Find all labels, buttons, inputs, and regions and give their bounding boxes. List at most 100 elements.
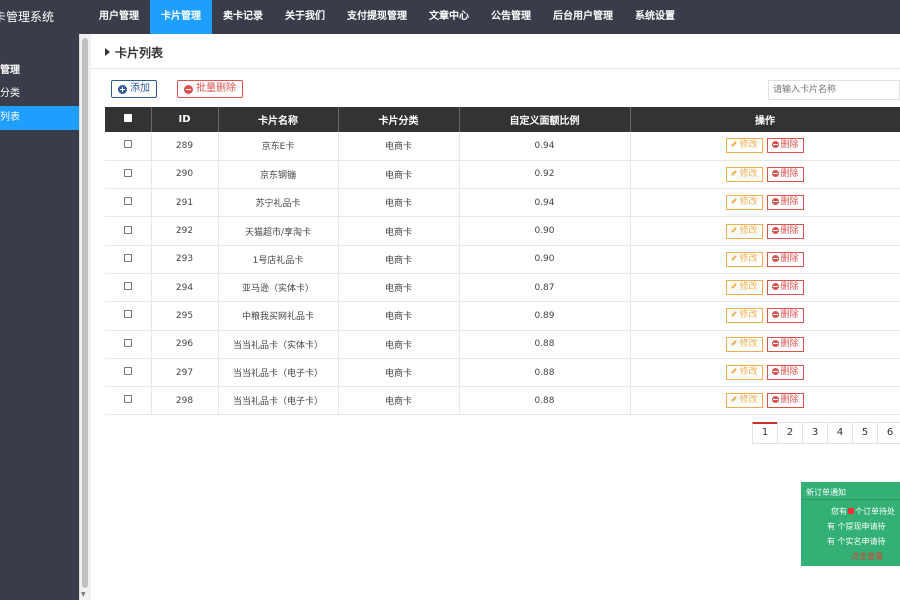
edit-button[interactable]: 修改 [726,251,763,267]
nav-item-5[interactable]: 文章中心 [418,0,480,34]
select-all-header [105,107,152,132]
table-header-row: ID 卡片名称 卡片分类 自定义面额比例 操作 [105,107,900,132]
page-title: 卡片列表 [105,44,163,61]
nav-item-3[interactable]: 关于我们 [274,0,336,34]
edit-button[interactable]: 修改 [726,280,763,296]
edit-button[interactable]: 修改 [726,166,763,182]
cell-card-category: 电商卡 [338,132,460,161]
minus-circle-icon [771,283,779,291]
row-checkbox[interactable] [123,310,132,319]
cell-actions: 修改 删除 [630,330,900,359]
sidebar-group-title[interactable]: 管理 [0,34,79,82]
divider [91,68,900,69]
scroll-thumb[interactable] [82,38,88,588]
plus-circle-icon [118,84,127,94]
cell-ratio: 0.90 [459,216,631,246]
row-checkbox[interactable] [123,253,132,262]
select-all-checkbox[interactable] [123,114,132,122]
pencil-icon [731,141,738,148]
delete-button[interactable]: 删除 [766,280,804,296]
sidebar-item-0[interactable]: 分类 [0,82,79,106]
scroll-down-arrow-icon[interactable]: ▼ [81,591,86,598]
page-button-4[interactable]: 4 [827,422,853,444]
row-checkbox[interactable] [123,395,132,404]
row-checkbox[interactable] [123,282,132,291]
main-nav: 用户管理 卡片管理 卖卡记录 关于我们 支付提现管理 文章中心 公告管理 后台用户管理 系统设置 [88,0,686,34]
table-row: 291 苏宁礼品卡 电商卡 0.94 修改 删除 [105,188,900,218]
row-select-cell [105,245,152,274]
nav-item-8[interactable]: 系统设置 [624,0,686,34]
cell-actions: 修改 删除 [630,132,900,161]
search-input[interactable] [768,80,900,100]
nav-item-1[interactable]: 卡片管理 [150,0,212,34]
minus-circle-icon [771,311,779,319]
nav-item-0[interactable]: 用户管理 [88,0,150,34]
cell-id: 290 [151,160,219,190]
cell-actions: 修改 删除 [630,245,900,274]
row-checkbox[interactable] [123,225,132,234]
edit-button[interactable]: 修改 [726,365,763,381]
nav-item-6[interactable]: 公告管理 [480,0,542,34]
delete-button[interactable]: 删除 [766,138,804,154]
add-button[interactable]: 添加 [111,80,157,98]
page-button-5[interactable]: 5 [852,422,878,444]
delete-button[interactable]: 删除 [766,336,804,352]
delete-button[interactable]: 删除 [766,251,804,267]
cell-actions: 修改 删除 [630,188,900,218]
delete-button[interactable]: 删除 [766,393,804,409]
delete-button[interactable]: 删除 [766,223,804,239]
edit-button[interactable]: 修改 [726,195,763,211]
page-button-2[interactable]: 2 [777,422,803,444]
row-checkbox[interactable] [123,338,132,347]
table-row: 289 京东E卡 电商卡 0.94 修改 删除 [105,132,900,161]
cell-card-name: 中粮我买网礼品卡 [218,301,339,331]
cell-ratio: 0.90 [459,245,631,274]
cell-ratio: 0.92 [459,160,631,190]
nav-item-4[interactable]: 支付提现管理 [336,0,418,34]
nav-item-2[interactable]: 卖卡记录 [212,0,274,34]
cell-card-category: 电商卡 [338,160,460,190]
delete-button[interactable]: 删除 [766,308,804,324]
cell-card-name: 1号店礼品卡 [218,245,339,274]
cell-card-name: 京东钢镚 [218,160,339,190]
cell-actions: 修改 删除 [630,358,900,388]
edit-button[interactable]: 修改 [726,308,763,324]
pencil-icon [731,396,738,403]
row-checkbox[interactable] [123,367,132,376]
batch-delete-button[interactable]: 批量删除 [177,80,243,98]
edit-button[interactable]: 修改 [726,138,763,154]
minus-circle-icon [771,396,779,404]
pencil-icon [731,339,738,346]
row-select-cell [105,386,152,416]
edit-button[interactable]: 修改 [726,336,763,352]
edit-button[interactable]: 修改 [726,393,763,409]
page-button-3[interactable]: 3 [802,422,828,444]
edit-button[interactable]: 修改 [726,223,763,239]
cell-card-category: 电商卡 [338,245,460,274]
row-checkbox[interactable] [123,168,132,177]
top-navbar: 卡管理系统 用户管理 卡片管理 卖卡记录 关于我们 支付提现管理 文章中心 公告管理 后台用户… [0,0,900,34]
page-button-1[interactable]: 1 [752,422,778,444]
cell-ratio: 0.94 [459,132,631,161]
cell-id: 296 [151,330,219,359]
cell-card-category: 电商卡 [338,358,460,388]
cell-ratio: 0.87 [459,273,631,303]
notice-view-link[interactable]: 点击查看 [801,549,900,564]
header-card-name: 卡片名称 [218,107,339,132]
sidebar-item-1[interactable]: 列表 [0,106,79,130]
minus-circle-icon [771,198,779,206]
page-button-6[interactable]: 6 [877,422,900,444]
nav-item-7[interactable]: 后台用户管理 [542,0,624,34]
cell-ratio: 0.88 [459,386,631,416]
cell-ratio: 0.88 [459,330,631,359]
row-select-cell [105,160,152,190]
delete-button[interactable]: 删除 [766,365,804,381]
header-card-category: 卡片分类 [338,107,460,132]
sidebar-scrollbar[interactable]: ▼ [79,34,90,600]
row-checkbox[interactable] [123,197,132,206]
row-select-cell [105,330,152,359]
delete-button[interactable]: 删除 [766,195,804,211]
delete-button[interactable]: 删除 [766,166,804,182]
row-checkbox[interactable] [123,140,132,149]
cell-id: 297 [151,358,219,388]
